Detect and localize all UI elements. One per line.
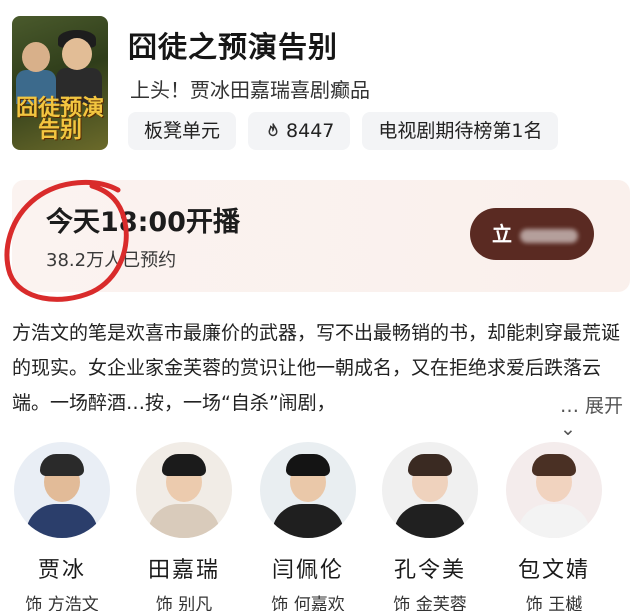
avatar [382, 442, 478, 538]
reservation-banner: 今天18:00开播 38.2万人已预约 立 [12, 180, 630, 292]
air-time: 今天18:00开播 [46, 207, 240, 238]
cast-member[interactable]: 包文婧 饰 王樾 [496, 442, 612, 611]
cast-name: 孔令美 [393, 558, 466, 583]
avatar-hair [408, 454, 452, 476]
cast-role: 饰 王樾 [525, 595, 583, 611]
avatar [136, 442, 232, 538]
cast-list: 贾冰 饰 方浩文 田嘉瑞 饰 别凡 闫佩伦 饰 何嘉欢 孔令美 饰 金芙蓉 包文… [0, 442, 640, 611]
avatar-torso [518, 504, 590, 538]
show-subtitle: 上头！贾冰田嘉瑞喜剧癫品 [130, 78, 370, 102]
poster-title: 囧徒预演告别 [16, 96, 105, 143]
show-poster[interactable]: 囧徒预演告别 [12, 16, 108, 150]
tag-label: 电视剧期待榜第1名 [378, 120, 543, 142]
chevron-down-icon: ⌄ [560, 418, 576, 440]
avatar-hair [532, 454, 576, 476]
cast-name: 闫佩伦 [271, 558, 344, 583]
cast-role: 饰 何嘉欢 [271, 595, 345, 611]
reservation-count: 38.2万人已预约 [46, 250, 177, 271]
avatar-hair [40, 454, 84, 476]
poster-face-left [22, 42, 50, 72]
ellipsis: … [560, 395, 579, 417]
description-body: 方浩文的笔是欢喜市最廉价的武器，写不出最畅销的书，却能刺穿最荒诞的现实。女企业家… [12, 322, 621, 414]
tag-heat[interactable]: 8447 [248, 112, 351, 150]
avatar [506, 442, 602, 538]
tag-label: 板凳单元 [144, 120, 221, 142]
reserve-button[interactable]: 立 [470, 208, 594, 260]
cast-member[interactable]: 田嘉瑞 饰 别凡 [126, 442, 242, 611]
tag-row: 板凳单元 8447 电视剧期待榜第1名 [128, 112, 559, 150]
avatar-torso [394, 504, 466, 538]
avatar [260, 442, 356, 538]
cast-member[interactable]: 闫佩伦 饰 何嘉欢 [250, 442, 366, 611]
reserve-button-label: 立 [492, 222, 512, 246]
cast-member[interactable]: 贾冰 饰 方浩文 [4, 442, 120, 611]
poster-face-right [62, 38, 92, 70]
cast-role: 饰 别凡 [155, 595, 213, 611]
show-title: 囧徒之预演告别 [128, 30, 339, 64]
avatar-torso [26, 504, 98, 538]
expand-label: 展开 [585, 395, 624, 417]
description-text: 方浩文的笔是欢喜市最廉价的武器，写不出最畅销的书，却能刺穿最荒诞的现实。女企业家… [12, 316, 626, 421]
cast-member[interactable]: 孔令美 饰 金芙蓉 [372, 442, 488, 611]
avatar-torso [272, 504, 344, 538]
tag-ranking[interactable]: 电视剧期待榜第1名 [362, 112, 559, 150]
tag-label: 8447 [286, 120, 335, 142]
avatar-torso [148, 504, 220, 538]
cast-name: 贾冰 [37, 558, 86, 583]
blurred-text [520, 228, 578, 243]
avatar-hair [286, 454, 330, 476]
flame-icon [268, 123, 278, 137]
cast-name: 田嘉瑞 [147, 558, 220, 583]
expand-button[interactable]: … 展开 ⌄ [556, 391, 640, 440]
cast-role: 饰 金芙蓉 [393, 595, 467, 611]
avatar-hair [162, 454, 206, 476]
cast-role: 饰 方浩文 [25, 595, 99, 611]
tag-category[interactable]: 板凳单元 [128, 112, 237, 150]
avatar [14, 442, 110, 538]
cast-name: 包文婧 [517, 558, 590, 583]
